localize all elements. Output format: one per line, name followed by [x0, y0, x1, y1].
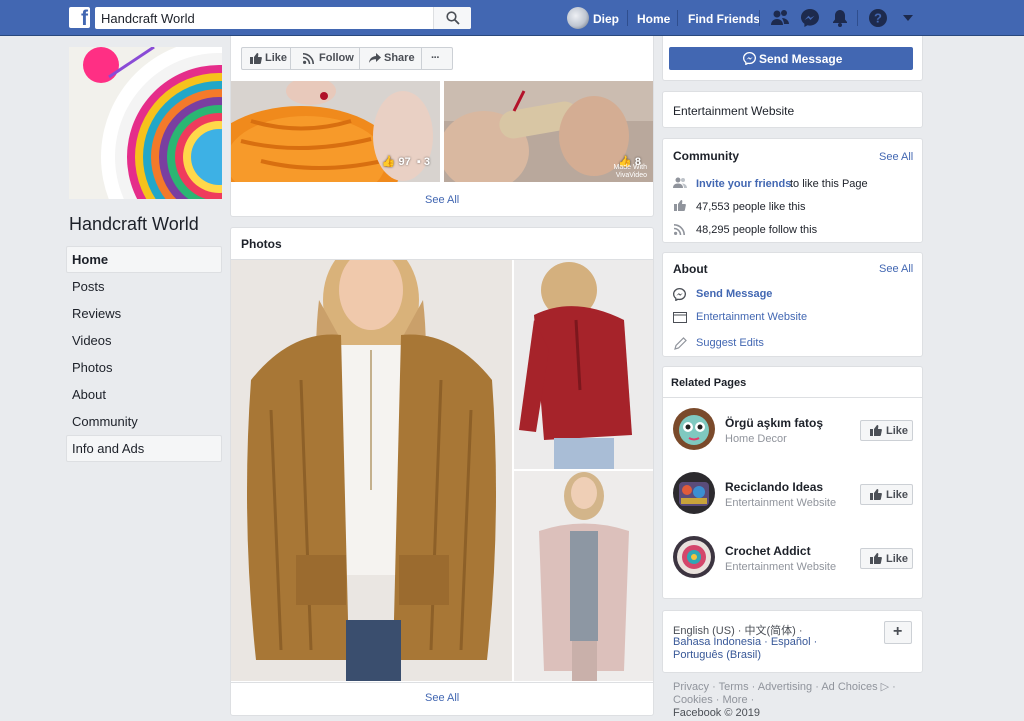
video-watermark: Made With VivaVideo [613, 164, 647, 179]
friend-requests-icon[interactable] [770, 8, 790, 28]
video-stats: 👍 97 ▪ 3 [382, 155, 430, 168]
thumbs-up-icon: 👍 [381, 156, 396, 168]
follow-button[interactable]: Follow [290, 47, 360, 70]
comment-icon: ▪ [416, 156, 421, 168]
page-profile-picture[interactable] [69, 47, 222, 199]
related-page-like-button[interactable]: Like [860, 484, 913, 505]
footer-links[interactable]: Privacy · Terms · Advertising · Ad Choic… [673, 680, 896, 693]
nav-find-friends-link[interactable]: Find Friends [688, 12, 760, 26]
photos-see-all-link[interactable]: See All [425, 692, 459, 704]
footer-links[interactable]: Cookies · More · [673, 694, 754, 706]
page-nav-photos[interactable]: Photos [66, 354, 222, 381]
more-options-button[interactable]: ··· [421, 47, 453, 70]
avatar [567, 7, 589, 29]
video-like-count: 97 [398, 156, 411, 168]
share-arrow-icon [369, 53, 381, 63]
related-page-avatar[interactable] [673, 472, 715, 514]
video-comment-count: 3 [423, 156, 430, 168]
photo-pink-cardigan[interactable] [514, 471, 653, 681]
related-page-like-button[interactable]: Like [860, 420, 913, 441]
related-page-avatar[interactable] [673, 536, 715, 578]
send-message-button[interactable]: Send Message [669, 47, 913, 70]
video-thumbnail[interactable]: 👍 97 ▪ 3 [231, 81, 440, 182]
page-nav-posts[interactable]: Posts [66, 273, 222, 300]
photos-title: Photos [241, 237, 282, 251]
language-list-line[interactable]: Português (Brasil) [673, 649, 761, 661]
thumbs-up-icon [250, 53, 262, 64]
messenger-icon [673, 288, 686, 301]
top-bar: f Handcraft World Diep Home Find Friends… [0, 0, 1024, 36]
about-send-message-link[interactable]: Send Message [696, 288, 772, 300]
browser-window-icon [673, 312, 687, 323]
video-thumbnail[interactable]: 👍 8 Made With VivaVideo [444, 81, 653, 182]
page-category: Entertainment Website [673, 104, 795, 118]
community-see-all-link[interactable]: See All [879, 151, 913, 163]
invite-friends-icon [673, 177, 687, 188]
language-list-line[interactable]: Bahasa Indonesia · Español · [673, 636, 817, 648]
nav-divider [627, 10, 628, 26]
page-nav-reviews[interactable]: Reviews [66, 300, 222, 327]
rss-icon [674, 224, 685, 235]
divider [663, 397, 922, 398]
suggest-edits-link[interactable]: Suggest Edits [696, 337, 764, 349]
rss-icon [303, 53, 314, 64]
page-nav-info-and-ads[interactable]: Info and Ads [66, 435, 222, 462]
videos-see-all-link[interactable]: See All [425, 194, 459, 206]
messenger-icon [743, 52, 756, 65]
thumbs-up-icon [674, 200, 686, 211]
page-nav-community[interactable]: Community [66, 408, 222, 435]
page-nav: Home Posts Reviews Videos Photos About C… [66, 246, 222, 462]
more-icon: ··· [431, 52, 440, 64]
related-page-like-button[interactable]: Like [860, 548, 913, 569]
nav-home-link[interactable]: Home [637, 12, 670, 26]
page-likes-count: 47,553 people like this [696, 201, 806, 213]
nav-divider [857, 10, 858, 26]
related-page-category: Entertainment Website [725, 561, 837, 573]
divider [231, 682, 653, 683]
related-page-category: Entertainment Website [725, 497, 837, 509]
related-page-category: Home Decor [725, 433, 787, 445]
svg-text:?: ? [874, 11, 882, 26]
thumbs-up-icon [870, 553, 882, 564]
user-name: Diep [593, 12, 620, 26]
about-see-all-link[interactable]: See All [879, 263, 913, 275]
thumbs-up-icon [870, 489, 882, 500]
help-icon[interactable]: ? [868, 8, 888, 28]
related-pages-title: Related Pages [671, 377, 747, 389]
messenger-icon[interactable] [800, 8, 820, 28]
community-title: Community [673, 149, 739, 163]
copyright: Facebook © 2019 [673, 707, 760, 719]
add-language-button[interactable]: + [884, 621, 912, 644]
related-page-name[interactable]: Reciclando Ideas [725, 480, 823, 494]
notifications-bell-icon[interactable] [830, 8, 850, 28]
search-button[interactable] [433, 7, 471, 29]
pencil-icon [674, 337, 687, 350]
invite-friends-text: to like this Page [790, 178, 868, 190]
search-field[interactable]: Handcraft World [95, 7, 471, 29]
plus-icon: + [893, 623, 903, 640]
chevron-down-icon[interactable] [902, 14, 914, 22]
page-nav-about[interactable]: About [66, 381, 222, 408]
photo-cardigan[interactable] [231, 260, 512, 681]
page-nav-home[interactable]: Home [66, 246, 222, 273]
page-follows-count: 48,295 people follow this [696, 224, 818, 236]
related-page-name[interactable]: Örgü aşkım fatoş [725, 416, 823, 430]
invite-friends-link[interactable]: Invite your friends [696, 178, 791, 190]
nav-divider [759, 10, 760, 26]
facebook-logo-icon[interactable]: f [69, 7, 90, 28]
share-button[interactable]: Share [359, 47, 422, 70]
related-page-avatar[interactable] [673, 408, 715, 450]
like-page-button[interactable]: Like [241, 47, 291, 70]
page-title: Handcraft World [69, 214, 199, 234]
page-nav-videos[interactable]: Videos [66, 327, 222, 354]
nav-divider [677, 10, 678, 26]
related-page-name[interactable]: Crochet Addict [725, 544, 811, 558]
photo-red-sweater[interactable] [514, 260, 653, 469]
thumbs-up-icon [870, 425, 882, 436]
about-category-link[interactable]: Entertainment Website [696, 311, 807, 323]
search-input[interactable]: Handcraft World [101, 11, 195, 26]
about-title: About [673, 262, 708, 276]
search-icon [446, 11, 460, 25]
